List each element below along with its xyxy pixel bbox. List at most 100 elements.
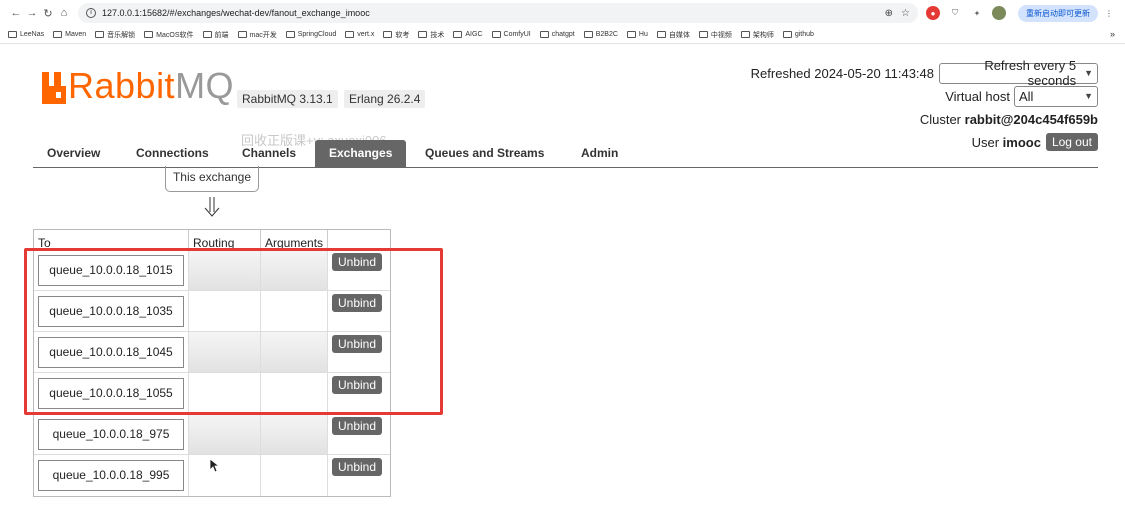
bookmark-star-icon[interactable]: ☆: [901, 8, 910, 19]
bookmark-label: vert.x: [357, 31, 375, 38]
bookmark-label: mac开发: [249, 31, 277, 39]
folder-icon: [418, 31, 428, 38]
rabbitmq-logo-mark: [42, 72, 66, 104]
main-nav-tabs: Overview Connections Channels Exchanges …: [33, 140, 1098, 168]
folder-icon: [285, 31, 295, 38]
reload-icon[interactable]: ↻: [40, 7, 56, 20]
chevron-down-icon: ▼: [1084, 91, 1093, 101]
column-header-actions: [328, 230, 390, 249]
folder-icon: [583, 31, 593, 38]
bookmarks-overflow-icon[interactable]: »: [1110, 29, 1115, 39]
queue-link[interactable]: queue_10.0.0.18_975: [38, 418, 184, 450]
bookmark-label: Maven: [65, 31, 87, 38]
bookmark-item[interactable]: LeeNas: [8, 31, 44, 38]
folder-icon: [698, 31, 708, 38]
folder-icon: [345, 31, 355, 38]
bookmark-label: 音乐解锁: [107, 31, 136, 39]
logo-text-mq: MQ: [175, 65, 235, 106]
extension-icon[interactable]: ●: [926, 6, 940, 20]
zoom-icon[interactable]: ⊕: [885, 8, 893, 19]
bookmark-item[interactable]: B2B2C: [583, 31, 618, 38]
bookmark-label: 自媒体: [668, 31, 690, 39]
bookmark-label: AIGC: [465, 31, 483, 38]
tab-queues-and-streams[interactable]: Queues and Streams: [411, 140, 558, 167]
folder-icon: [383, 31, 393, 38]
tab-channels[interactable]: Channels: [228, 140, 310, 167]
bookmark-item[interactable]: AIGC: [453, 31, 483, 38]
back-icon[interactable]: ←: [8, 7, 24, 19]
binding-destination-cell: queue_10.0.0.18_995: [34, 455, 189, 496]
profile-avatar[interactable]: [992, 6, 1006, 20]
tab-overview[interactable]: Overview: [33, 140, 114, 167]
bookmark-item[interactable]: 音乐解锁: [95, 30, 135, 40]
binding-destination-cell: queue_10.0.0.18_975: [34, 414, 189, 454]
forward-icon[interactable]: →: [24, 7, 40, 19]
queue-link[interactable]: queue_10.0.0.18_995: [38, 460, 184, 491]
bookmark-item[interactable]: mac开发: [237, 30, 277, 40]
home-icon[interactable]: ⌂: [56, 7, 72, 19]
address-bar[interactable]: i 127.0.0.1:15682/#/exchanges/wechat-dev…: [78, 3, 918, 23]
bookmark-item[interactable]: 技术: [418, 30, 444, 40]
bookmark-item[interactable]: 前端: [202, 30, 229, 40]
tab-connections[interactable]: Connections: [122, 140, 223, 167]
arguments-cell: [261, 455, 328, 496]
vhost-select[interactable]: All ▼: [1014, 85, 1098, 107]
site-info-icon[interactable]: i: [86, 8, 96, 18]
bookmark-item[interactable]: 架构师: [740, 30, 774, 40]
shield-icon[interactable]: ⛉: [948, 6, 962, 20]
bookmarks-bar: LeeNas Maven 音乐解锁 MacOS软件 前端 mac开发 SpringCloud…: [0, 26, 1125, 44]
puzzle-icon[interactable]: ✦: [970, 6, 984, 20]
bookmark-item[interactable]: 中视频: [698, 30, 732, 40]
bookmark-item[interactable]: SpringCloud: [285, 31, 337, 38]
bookmark-label: SpringCloud: [297, 31, 337, 38]
bookmark-label: 中视频: [710, 31, 732, 39]
routing-key-cell: [189, 455, 261, 496]
binding-arrow-icon: [204, 197, 220, 217]
bookmark-label: 软考: [395, 31, 410, 39]
tab-exchanges[interactable]: Exchanges: [315, 140, 407, 167]
bookmark-label: 前端: [214, 31, 229, 39]
bookmark-item[interactable]: Hu: [626, 31, 648, 38]
rabbitmq-version: RabbitMQ 3.13.1: [237, 90, 338, 108]
actions-cell: Unbind: [328, 414, 390, 454]
column-header-to: To: [34, 230, 189, 250]
actions-cell: Unbind: [328, 455, 390, 496]
rabbitmq-logo[interactable]: RabbitMQ TM: [42, 68, 250, 104]
bookmark-item[interactable]: MacOS软件: [144, 30, 194, 40]
bookmark-label: ComfyUI: [503, 31, 531, 38]
bookmark-item[interactable]: 自媒体: [656, 30, 690, 40]
cluster-name: rabbit@204c454f659b: [964, 111, 1098, 127]
bookmark-item[interactable]: Maven: [53, 31, 86, 38]
vhost-label: Virtual host: [945, 88, 1010, 104]
tab-admin[interactable]: Admin: [567, 140, 632, 167]
column-header-routing-key: Routing key: [189, 230, 261, 264]
refresh-interval-select[interactable]: Refresh every 5 seconds ▼: [939, 58, 1098, 88]
routing-key-cell: [189, 414, 261, 454]
folder-icon: [202, 31, 212, 38]
bookmark-item[interactable]: ComfyUI: [491, 31, 531, 38]
bookmark-item[interactable]: github: [782, 31, 814, 38]
folder-icon: [453, 31, 463, 38]
unbind-button[interactable]: Unbind: [332, 417, 383, 435]
bookmark-item[interactable]: 软考: [383, 30, 409, 40]
this-exchange-box: This exchange: [165, 166, 259, 192]
column-header-arguments: Arguments: [261, 230, 328, 250]
refresh-interval-value: Refresh every 5 seconds: [984, 58, 1077, 88]
browser-toolbar: ← → ↻ ⌂ i 127.0.0.1:15682/#/exchanges/we…: [0, 0, 1125, 26]
bookmark-label: 技术: [430, 31, 445, 39]
folder-icon: [8, 31, 17, 38]
menu-icon[interactable]: ⋮: [1102, 6, 1116, 20]
bookmark-item[interactable]: chatgpt: [539, 31, 575, 38]
update-button[interactable]: 重新启动即可更新: [1018, 4, 1098, 22]
bookmark-item[interactable]: vert.x: [345, 31, 374, 38]
url-text: 127.0.0.1:15682/#/exchanges/wechat-dev/f…: [102, 8, 370, 18]
logo-text-rabbit: Rabbit: [68, 65, 176, 106]
folder-icon: [237, 31, 247, 38]
bookmark-label: 架构师: [752, 31, 774, 39]
folder-icon: [740, 31, 750, 38]
unbind-button[interactable]: Unbind: [332, 458, 383, 476]
bookmark-label: MacOS软件: [156, 31, 194, 39]
arguments-cell: [261, 414, 328, 454]
highlight-annotation-box: [24, 248, 443, 415]
cluster-label: Cluster: [919, 111, 962, 127]
